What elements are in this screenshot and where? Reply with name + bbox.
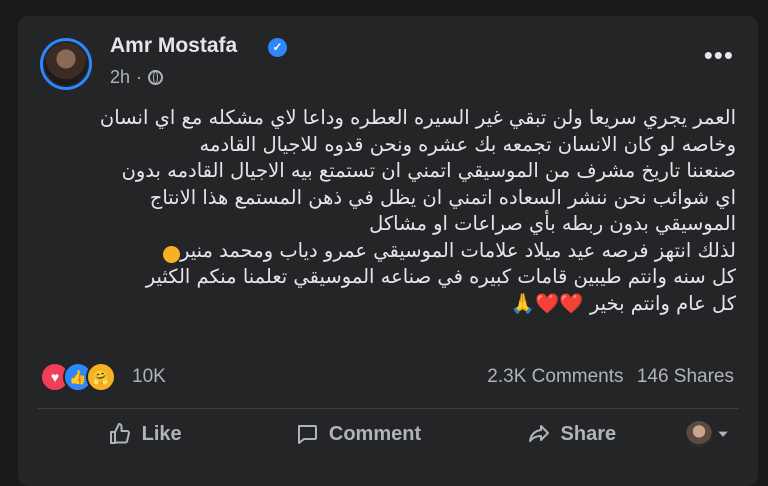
like-button[interactable]: Like <box>38 414 251 454</box>
profile-avatar <box>685 421 712 447</box>
comment-button[interactable]: Comment <box>251 414 464 454</box>
reaction-profile-selector[interactable] <box>678 414 738 454</box>
post-text-line: وخاصه لو كان الانسان تجمعه بك عشره ونحن … <box>199 132 736 156</box>
post-text-line: لذلك انتهز فرصه عيد ميلاد علامات الموسيق… <box>38 238 736 265</box>
post-card: Amr Mostafa ✓ 2h · ••• العمر يجري سريعا … <box>18 16 758 486</box>
avatar-photo <box>43 41 89 87</box>
post-stats: 2.3K Comments 146 Shares <box>487 366 734 388</box>
actions-divider <box>38 408 738 409</box>
post-time[interactable]: 2h <box>110 67 130 88</box>
comments-count[interactable]: 2.3K Comments <box>487 366 623 387</box>
comment-label: Comment <box>328 422 422 445</box>
thumbs-up-icon <box>109 423 130 444</box>
comment-icon <box>297 425 317 444</box>
action-bar: Like Comment Share <box>38 412 738 456</box>
reaction-icons[interactable]: ♥ 👍 🤗 <box>40 362 116 392</box>
author-name[interactable]: Amr Mostafa <box>110 34 237 58</box>
verified-badge-icon: ✓ <box>268 38 287 57</box>
shares-count[interactable]: 146 Shares <box>637 366 734 387</box>
globe-icon[interactable] <box>148 70 164 85</box>
care-reaction-icon: 🤗 <box>86 362 116 392</box>
reaction-count[interactable]: 10K <box>132 366 166 388</box>
post-text-line-content: لذلك انتهز فرصه عيد ميلاد علامات الموسيق… <box>180 238 736 262</box>
post-meta: 2h · <box>110 67 164 88</box>
smile-emoji-icon: ☺ <box>163 245 180 263</box>
post-text-line: كل عام وانتم بخير ❤️❤️🙏 <box>510 291 736 315</box>
share-button[interactable]: Share <box>465 414 678 454</box>
share-arrow-icon <box>528 425 549 442</box>
meta-separator: · <box>136 67 143 87</box>
post-text-line: العمر يجري سريعا ولن تبقي غير السيره الع… <box>99 106 736 129</box>
like-label: Like <box>141 422 182 445</box>
post-text-line: الموسيقي بدون ربطه بأي صراعات او مشاكل <box>369 212 736 235</box>
post-text: العمر يجري سريعا ولن تبقي غير السيره الع… <box>38 105 736 317</box>
post-text-line: صنعننا تاريخ مشرف من الموسيقي اتمني ان ت… <box>121 159 736 182</box>
author-avatar[interactable] <box>40 38 92 90</box>
post-text-line: اي شوائب نحن ننشر السعاده اتمني ان يظل ف… <box>149 185 736 209</box>
more-options-button[interactable]: ••• <box>704 42 734 68</box>
chevron-down-icon <box>718 431 728 437</box>
share-label: Share <box>560 422 617 445</box>
post-text-line: كل سنه وانتم طيبين قامات كبيره في صناعه … <box>145 265 736 288</box>
